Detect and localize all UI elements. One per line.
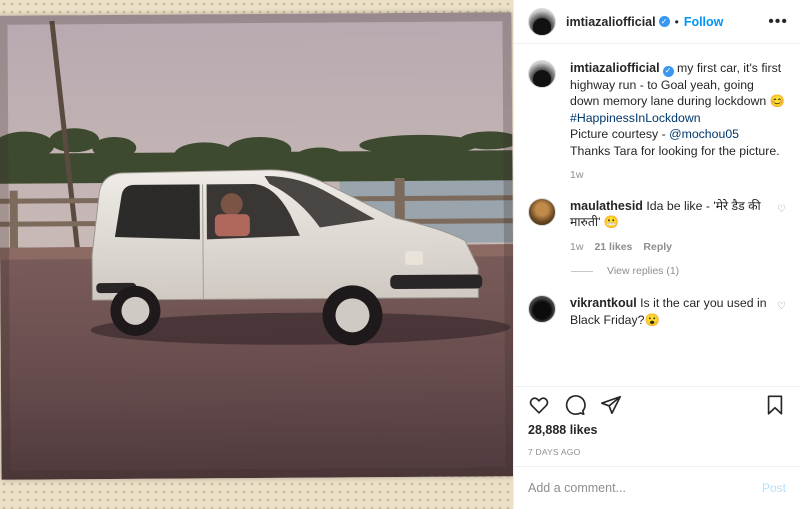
comment-body: maulathesid Ida be like - 'मेरे डैड की म… (570, 198, 774, 256)
separator-dot: • (674, 14, 679, 29)
verified-badge-icon: ✓ (662, 65, 674, 77)
hashtag-link[interactable]: #HappinessInLockdown (570, 111, 701, 125)
post-actions: 28,888 likes 7 DAYS AGO (514, 386, 800, 457)
replies-divider (571, 270, 593, 272)
follow-button[interactable]: Follow (684, 15, 724, 29)
verified-badge-icon: ✓ (658, 16, 670, 27)
post-comment-button[interactable]: Post (762, 481, 786, 495)
caption-username[interactable]: imtiazaliofficial (570, 61, 660, 75)
comments-list[interactable]: imtiazaliofficial ✓ my first car, it's fi… (514, 60, 800, 382)
heart-icon[interactable] (528, 394, 550, 416)
comment-username[interactable]: maulathesid (570, 199, 643, 213)
commenter-avatar[interactable] (528, 295, 556, 324)
post-side-panel: imtiazaliofficial ✓ • Follow ••• imtiaza… (513, 0, 800, 509)
reply-button[interactable]: Reply (643, 239, 672, 256)
author-info: imtiazaliofficial ✓ • Follow (566, 15, 723, 29)
author-avatar[interactable] (528, 7, 556, 36)
add-comment-bar: Post (514, 466, 800, 509)
post-header: imtiazaliofficial ✓ • Follow ••• (514, 0, 800, 44)
comment-item: vikrantkoul Is it the car you used in Bl… (528, 295, 786, 328)
caption-avatar[interactable] (528, 60, 556, 88)
vintage-car-photo (0, 12, 513, 480)
author-username[interactable]: imtiazaliofficial (566, 15, 656, 29)
comment-likes[interactable]: 21 likes (594, 239, 632, 256)
comment-item: maulathesid Ida be like - 'मेरे डैड की म… (528, 197, 786, 256)
post-photo[interactable] (0, 12, 513, 480)
caption-meta: 1w (570, 167, 786, 184)
bookmark-icon[interactable] (764, 394, 786, 416)
comment-like-heart-icon[interactable]: ♡ (774, 204, 786, 256)
caption-body: imtiazaliofficial ✓ my first car, it's fi… (570, 60, 786, 184)
mention-link[interactable]: @mochou05 (669, 127, 739, 141)
thanks-text: Thanks Tara for looking for the picture. (570, 143, 780, 158)
comment-username[interactable]: vikrantkoul (570, 296, 637, 310)
likes-count[interactable]: 28,888 likes (528, 423, 786, 437)
commenter-avatar[interactable] (528, 197, 556, 226)
comment-like-heart-icon[interactable]: ♡ (774, 301, 786, 328)
comment-input[interactable] (528, 481, 762, 495)
comment-icon[interactable] (564, 394, 586, 416)
caption: imtiazaliofficial ✓ my first car, it's fi… (528, 60, 786, 184)
comment-meta: 1w 21 likes Reply (570, 239, 774, 256)
share-icon[interactable] (600, 394, 622, 416)
comment-time[interactable]: 1w (570, 239, 583, 256)
more-options-icon[interactable]: ••• (768, 13, 788, 31)
posted-time[interactable]: 7 DAYS AGO (528, 447, 786, 457)
caption-time[interactable]: 1w (570, 167, 583, 184)
view-replies-button[interactable]: View replies (1) (571, 265, 786, 277)
view-replies-label: View replies (1) (607, 265, 680, 278)
action-icons (528, 387, 786, 423)
post-media-pane (0, 0, 513, 509)
courtesy-text: Picture courtesy - (570, 127, 670, 142)
comment-body: vikrantkoul Is it the car you used in Bl… (570, 295, 774, 328)
